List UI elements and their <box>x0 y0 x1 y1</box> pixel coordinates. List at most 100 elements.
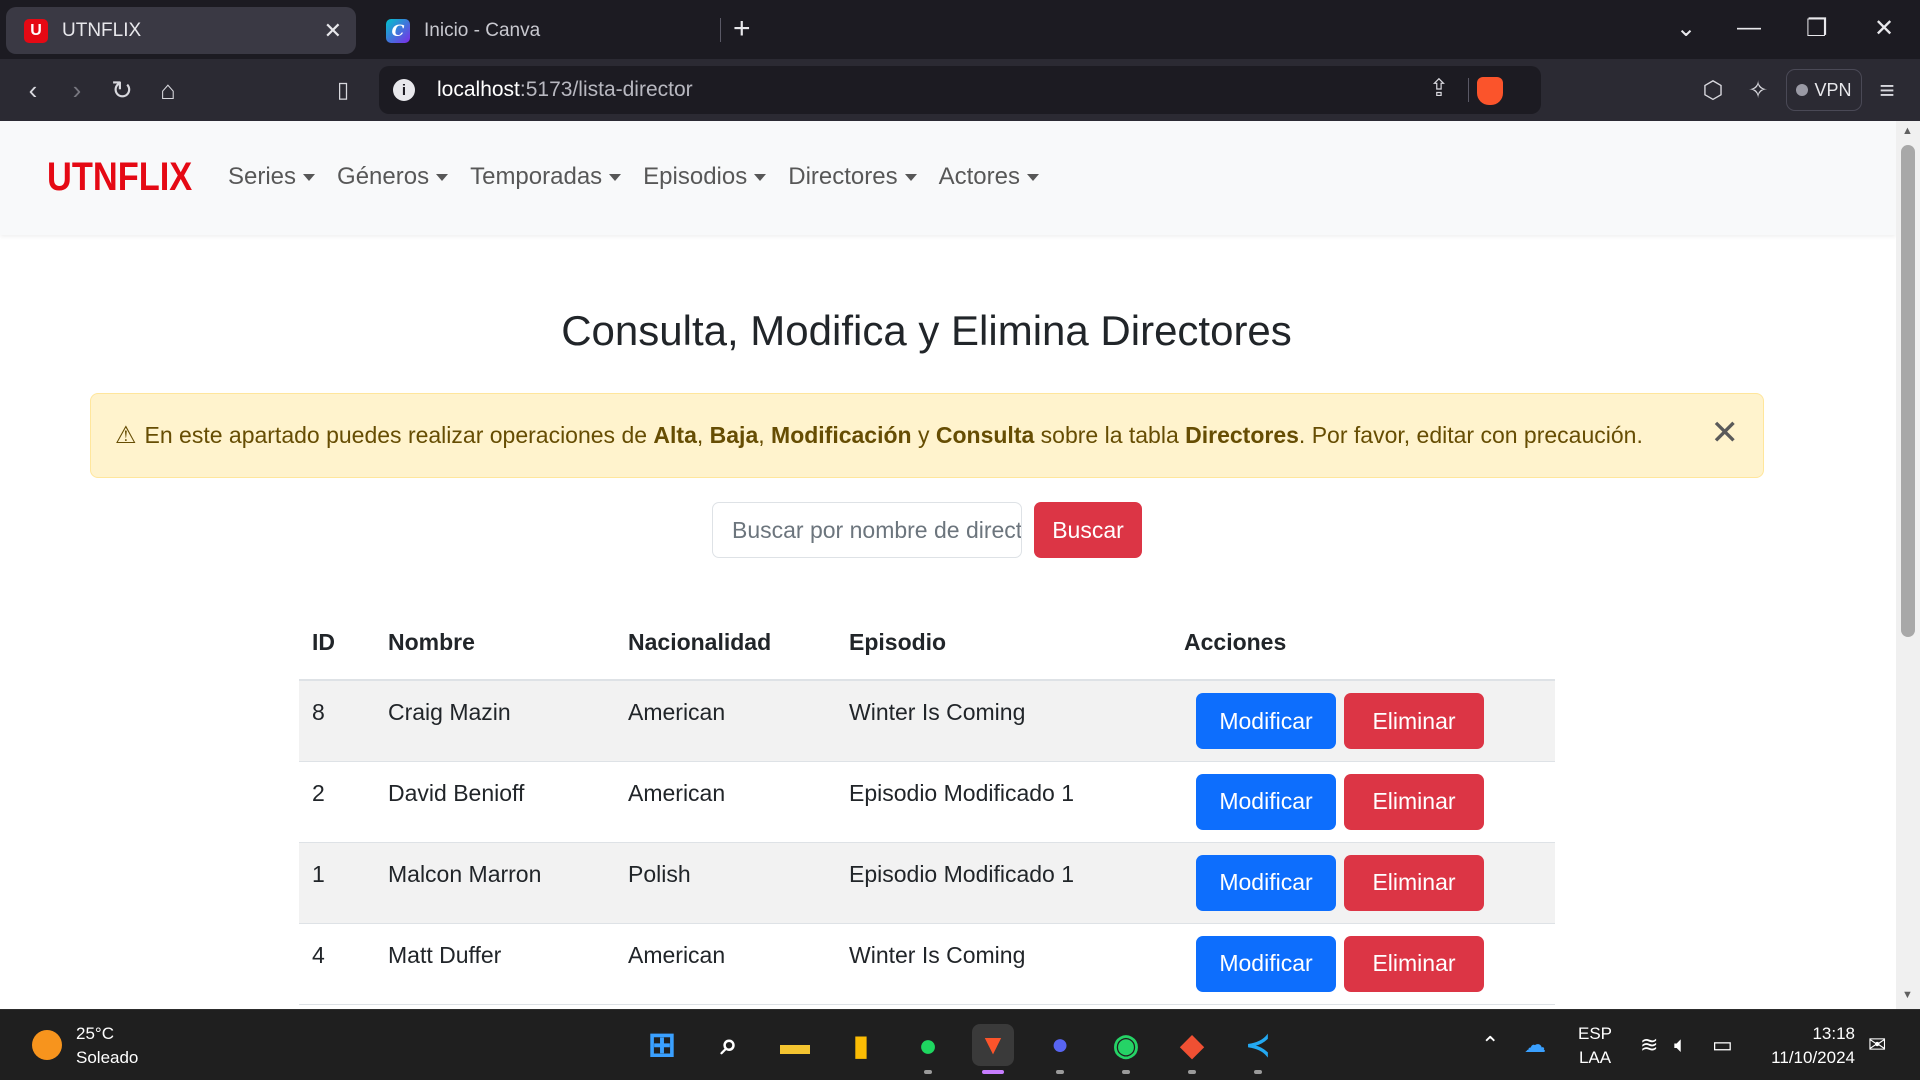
file-explorer-icon[interactable]: ▬ <box>774 1024 816 1066</box>
battery-icon[interactable]: ▭ <box>1712 1032 1733 1058</box>
modify-button[interactable]: Modificar <box>1196 773 1336 830</box>
nav-dropdown-temporadas[interactable]: Temporadas <box>470 163 622 191</box>
onedrive-cloud-icon[interactable]: ☁ <box>1524 1032 1546 1058</box>
nav-dropdown-generos[interactable]: Géneros <box>337 163 449 191</box>
cell-episodio: Winter Is Coming <box>836 923 1171 1005</box>
site-info-icon[interactable]: i <box>393 79 415 101</box>
alert-text-part: . Por favor, editar con precaución. <box>1298 422 1643 448</box>
cell-episodio: Episodio Modificado 1 <box>836 842 1171 924</box>
minimize-icon[interactable]: — <box>1737 14 1761 42</box>
app-running-indicator <box>1254 1070 1262 1074</box>
vpn-button[interactable]: VPN <box>1786 69 1862 111</box>
alert-text-part: sobre la tabla <box>1034 422 1186 448</box>
caret-down-icon <box>754 173 767 181</box>
search-button[interactable]: Buscar <box>1034 502 1142 558</box>
menu-icon[interactable]: ≡ <box>1870 73 1904 107</box>
clock[interactable]: 13:18 11/10/2024 <box>1760 1022 1855 1070</box>
notes-app-icon[interactable]: ▮ <box>840 1024 882 1066</box>
weather-widget[interactable]: 25°C Soleado <box>76 1022 138 1070</box>
vscode-icon[interactable]: ≺ <box>1237 1024 1279 1066</box>
whatsapp-icon[interactable]: ◉ <box>1105 1024 1147 1066</box>
windows-start-icon[interactable]: ⊞ <box>641 1024 683 1066</box>
browser-titlebar: U UTNFLIX ✕ C Inicio - Canva + ⌄ — ❐ ✕ <box>0 0 1920 59</box>
delete-button[interactable]: Eliminar <box>1344 854 1484 911</box>
tab-utnflix[interactable]: U UTNFLIX ✕ <box>6 7 356 54</box>
nav-dropdown-episodios[interactable]: Episodios <box>643 163 767 191</box>
nav-dropdown-series[interactable]: Series <box>228 163 316 191</box>
temperature: 25°C <box>76 1024 114 1043</box>
nav-dropdown-actores[interactable]: Actores <box>939 163 1039 191</box>
show-hidden-icons-chevron-icon[interactable]: ⌃ <box>1481 1032 1499 1058</box>
delete-button[interactable]: Eliminar <box>1344 935 1484 992</box>
brave-browser-icon[interactable]: ▼ <box>972 1024 1014 1066</box>
modify-button[interactable]: Modificar <box>1196 693 1336 749</box>
app-running-indicator <box>1056 1070 1064 1074</box>
caret-down-icon <box>436 173 449 181</box>
page-scrollbar[interactable]: ▲ ▼ <box>1896 121 1920 1009</box>
page-viewport: UTNFLIX Series Géneros Temporadas Episod… <box>0 121 1896 1009</box>
spotify-icon[interactable]: ● <box>907 1024 949 1066</box>
new-tab-icon[interactable]: + <box>733 12 751 46</box>
cell-acciones: Modificar Eliminar <box>1171 923 1555 1005</box>
alert-bold-consulta: Consulta <box>935 422 1035 448</box>
wifi-icon[interactable]: ≋ <box>1640 1032 1658 1058</box>
close-tab-icon[interactable]: ✕ <box>324 18 342 44</box>
brave-shields-icon[interactable] <box>1477 77 1503 105</box>
cell-nacionalidad: American <box>615 761 836 843</box>
alert-text-part: , <box>696 422 710 448</box>
bookmark-icon[interactable]: ▯ <box>326 73 360 107</box>
cell-nombre: Matt Duffer <box>375 923 615 1005</box>
forward-icon[interactable]: › <box>60 73 94 107</box>
scroll-up-icon[interactable]: ▲ <box>1902 125 1913 137</box>
column-header-id: ID <box>299 606 375 681</box>
modify-button[interactable]: Modificar <box>1196 854 1336 911</box>
input-language[interactable]: ESP LAA <box>1578 1022 1612 1070</box>
browser-toolbar: ‹ › ↻ ⌂ ▯ i localhost:5173/lista-directo… <box>0 59 1920 121</box>
column-header-episodio: Episodio <box>836 606 1171 681</box>
nav-menu: Series Géneros Temporadas Episodios Dire… <box>228 163 1061 191</box>
scroll-down-icon[interactable]: ▼ <box>1902 989 1913 1001</box>
app-running-indicator <box>924 1070 932 1074</box>
notifications-icon[interactable]: ✉ <box>1868 1032 1886 1058</box>
close-window-icon[interactable]: ✕ <box>1874 14 1894 43</box>
leo-ai-icon[interactable]: ✧ <box>1741 73 1775 107</box>
brand-logo[interactable]: UTNFLIX <box>47 155 192 200</box>
nav-label: Actores <box>938 163 1020 190</box>
home-icon[interactable]: ⌂ <box>151 73 185 107</box>
nav-label: Episodios <box>643 163 748 190</box>
app-running-indicator <box>1188 1070 1196 1074</box>
delete-button[interactable]: Eliminar <box>1344 693 1484 749</box>
alert-text-part: y <box>911 422 936 448</box>
modify-button[interactable]: Modificar <box>1196 935 1336 992</box>
sun-icon[interactable] <box>32 1030 62 1060</box>
back-icon[interactable]: ‹ <box>16 73 50 107</box>
tab-canva[interactable]: C Inicio - Canva <box>368 7 708 54</box>
cell-acciones: Modificar Eliminar <box>1171 680 1555 762</box>
discord-icon[interactable]: ● <box>1039 1024 1081 1066</box>
git-client-icon[interactable]: ◆ <box>1171 1024 1213 1066</box>
close-alert-icon[interactable]: ✕ <box>1711 416 1740 450</box>
extensions-icon[interactable]: ⬡ <box>1696 73 1730 107</box>
url-divider <box>1468 78 1469 102</box>
volume-icon[interactable]: 🔈︎ <box>1674 1032 1687 1058</box>
restore-icon[interactable]: ❐ <box>1806 14 1828 43</box>
address-bar[interactable]: i localhost:5173/lista-director ⇪ <box>379 66 1541 114</box>
share-icon[interactable]: ⇪ <box>1429 74 1449 103</box>
url-text[interactable]: localhost:5173/lista-director <box>437 78 693 102</box>
nav-dropdown-directores[interactable]: Directores <box>788 163 917 191</box>
column-header-acciones: Acciones <box>1171 606 1555 681</box>
cell-acciones: Modificar Eliminar <box>1171 761 1555 843</box>
search-input[interactable] <box>712 502 1022 558</box>
tab-list-chevron-icon[interactable]: ⌄ <box>1676 14 1696 43</box>
delete-button[interactable]: Eliminar <box>1344 773 1484 830</box>
scroll-thumb[interactable] <box>1901 145 1915 637</box>
reload-icon[interactable]: ↻ <box>105 73 139 107</box>
cell-episodio: Episodio Modificado 1 <box>836 761 1171 843</box>
caret-down-icon <box>1026 173 1039 181</box>
directors-table: ID Nombre Nacionalidad Episodio Acciones… <box>299 606 1555 1005</box>
cell-id: 4 <box>299 923 375 1005</box>
caret-down-icon <box>303 173 316 181</box>
url-path: :5173/lista-director <box>519 78 693 101</box>
windows-taskbar: 25°C Soleado ⊞ ⌕ ▬ ▮ ● ▼ ● ◉ ◆ ≺ ⌃ ☁ ESP… <box>0 1009 1920 1080</box>
search-icon[interactable]: ⌕ <box>708 1024 750 1066</box>
